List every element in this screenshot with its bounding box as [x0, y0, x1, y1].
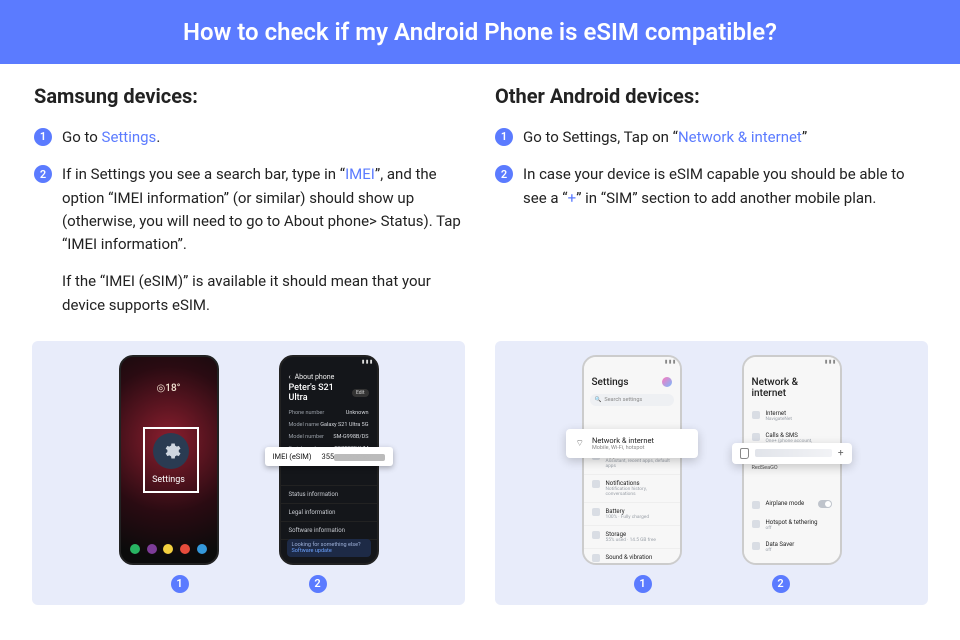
other-screenshot-1: ▮ ▮ ▮ Settings 🔍 Search settings AppsAss…	[582, 355, 682, 565]
row-icon	[752, 411, 760, 419]
imei-esim-popup: IMEI (eSIM) 355000000000	[265, 447, 393, 466]
dock-app-icon	[147, 544, 157, 554]
list-item: Sound & vibration	[584, 548, 680, 563]
footer-link: Software update	[292, 548, 366, 554]
imei-esim-label: IMEI (eSIM)	[273, 452, 312, 461]
step-text-extra: If the “IMEI (eSIM)” is available it sho…	[62, 270, 465, 317]
network-internet-link[interactable]: Network & internet	[678, 128, 802, 146]
list-item: Battery100% · Fully charged	[584, 502, 680, 525]
home-clock: ◎18°	[121, 383, 217, 394]
settings-app-label: Settings	[121, 475, 217, 485]
samsung-step-1: 1 Go to Settings.	[34, 126, 465, 149]
caption-number-icon: 1	[171, 575, 189, 593]
list-item: NotificationsNotification history, conve…	[584, 474, 680, 502]
samsung-gallery: ▮ ▮ ▮ ◎18° Settings ▮ ▮ ▮	[32, 341, 465, 605]
step-text: ”	[802, 128, 807, 146]
toggle-icon	[818, 500, 832, 508]
status-bar: ▮ ▮ ▮	[281, 357, 377, 367]
step-number-icon: 2	[495, 165, 513, 183]
screen-title: Network & internet	[744, 367, 840, 405]
sim-name: RedSeaGO	[744, 464, 840, 475]
step-number-icon: 2	[34, 165, 52, 183]
samsung-step-2: 2 If in Settings you see a search bar, t…	[34, 163, 465, 317]
edit-badge: Edit	[352, 389, 369, 397]
search-icon: 🔍	[595, 397, 602, 403]
sim-icon	[740, 448, 749, 459]
row-icon	[752, 501, 760, 509]
screen-title: About phone	[295, 373, 335, 381]
step-text: Go to Settings, Tap on “	[523, 128, 678, 146]
device-name: Peter's S21 Ultra	[289, 383, 348, 403]
sims-popup: +	[732, 443, 852, 464]
caption-number-icon: 2	[309, 575, 327, 593]
row-icon	[592, 531, 600, 539]
wifi-icon: ⌔	[576, 438, 584, 449]
samsung-screenshot-1: ▮ ▮ ▮ ◎18° Settings	[119, 355, 219, 565]
imei-link[interactable]: IMEI	[345, 165, 375, 183]
page-title: How to check if my Android Phone is eSIM…	[0, 0, 960, 64]
plus-icon: +	[838, 448, 844, 459]
step-text: ” in “SIM” section to add another mobile…	[576, 189, 876, 207]
samsung-column: Samsung devices: 1 Go to Settings. 2 If …	[34, 84, 465, 331]
dock-app-icon	[197, 544, 207, 554]
row-icon	[752, 520, 760, 528]
settings-link[interactable]: Settings	[102, 128, 157, 146]
step-number-icon: 1	[34, 128, 52, 146]
list-item: Data Saveroff	[744, 536, 840, 558]
other-gallery: ▮ ▮ ▮ Settings 🔍 Search settings AppsAss…	[495, 341, 928, 605]
instruction-columns: Samsung devices: 1 Go to Settings. 2 If …	[0, 64, 960, 331]
list-item: InternetNavigateNet	[744, 405, 840, 427]
list-item: Status information	[281, 485, 377, 503]
step-number-icon: 1	[495, 128, 513, 146]
list-item: VPNNone	[744, 558, 840, 563]
list-item: Storage55% used · 14.5 GB free	[584, 525, 680, 548]
row-icon	[592, 480, 600, 488]
row-icon	[592, 554, 600, 562]
samsung-screenshot-2: ▮ ▮ ▮ ‹ About phone Peter's S21 Ultra Ed…	[279, 355, 379, 565]
caption-number-icon: 2	[772, 575, 790, 593]
other-step-2: 2 In case your device is eSIM capable yo…	[495, 163, 926, 210]
plus-link[interactable]: +	[568, 189, 577, 207]
sim-slot-bar	[755, 449, 832, 457]
row-icon	[752, 433, 760, 441]
network-internet-popup: ⌔ Network & internet Mobile, Wi-Fi, hots…	[566, 429, 698, 458]
other-column: Other Android devices: 1 Go to Settings,…	[495, 84, 926, 331]
back-icon: ‹	[289, 373, 291, 381]
row-icon	[592, 508, 600, 516]
avatar-icon	[662, 377, 672, 387]
list-item: Software information	[281, 521, 377, 539]
settings-app-icon	[153, 433, 189, 469]
dock-app-icon	[163, 544, 173, 554]
other-heading: Other Android devices:	[495, 84, 926, 108]
status-bar: ▮ ▮ ▮	[744, 357, 840, 367]
other-screenshot-2: ▮ ▮ ▮ Network & internet InternetNavigat…	[742, 355, 842, 565]
step-text: If in Settings you see a search bar, typ…	[62, 165, 345, 183]
info-row: Phone numberUnknown	[281, 407, 377, 419]
footer-question: Looking for something else?	[292, 542, 366, 548]
step-text: Go to	[62, 128, 102, 146]
popup-subtitle: Mobile, Wi-Fi, hotspot	[592, 445, 654, 451]
screenshot-galleries: ▮ ▮ ▮ ◎18° Settings ▮ ▮ ▮	[0, 331, 960, 605]
list-item: Legal information	[281, 503, 377, 521]
dock-app-icon	[130, 544, 140, 554]
other-step-1: 1 Go to Settings, Tap on “Network & inte…	[495, 126, 926, 149]
status-bar: ▮ ▮ ▮	[584, 357, 680, 367]
step-text: .	[156, 128, 160, 146]
dock-app-icon	[180, 544, 190, 554]
redacted-value: 000000000	[334, 454, 384, 461]
info-row: Model numberSM-G998B/DS	[281, 431, 377, 443]
row-icon	[752, 542, 760, 550]
caption-number-icon: 1	[634, 575, 652, 593]
gear-icon	[161, 441, 181, 461]
info-row: Model nameGalaxy S21 Ultra 5G	[281, 419, 377, 431]
search-bar: 🔍 Search settings	[590, 394, 674, 406]
popup-title: Network & internet	[592, 436, 654, 445]
samsung-heading: Samsung devices:	[34, 84, 465, 108]
list-item: Hotspot & tetheringoff	[744, 514, 840, 536]
search-placeholder: Search settings	[604, 397, 642, 403]
dock	[127, 541, 211, 557]
imei-value-prefix: 355	[321, 452, 334, 461]
footer-card: Looking for something else? Software upd…	[287, 539, 371, 557]
list-item: Airplane mode	[744, 495, 840, 514]
